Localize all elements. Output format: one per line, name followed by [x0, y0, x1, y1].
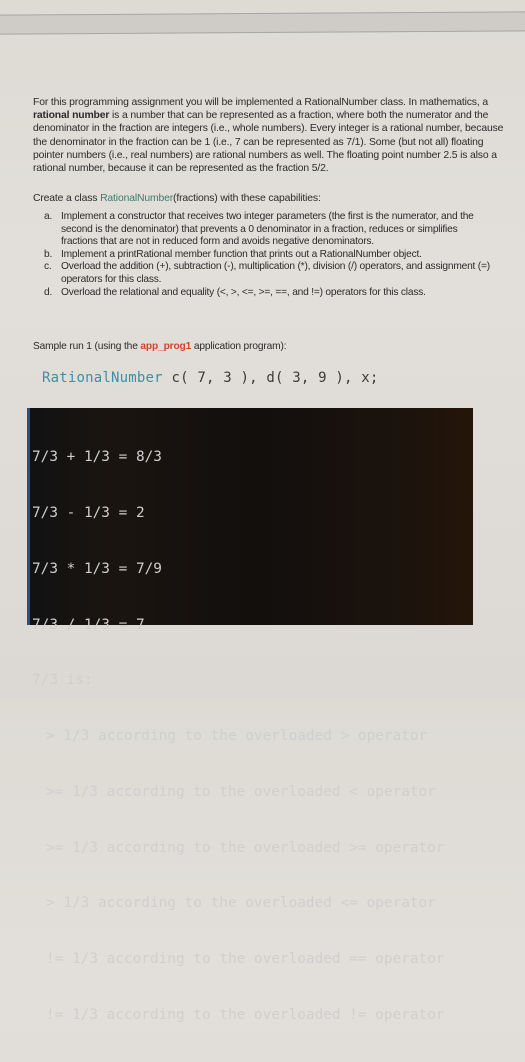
terminal-line: 7/3 is:	[32, 672, 93, 689]
capability-letter: a.	[44, 211, 53, 222]
capability-text: Overload the relational and equality (<,…	[61, 286, 426, 298]
terminal-line: 7/3 / 1/3 = 7	[32, 616, 145, 633]
capability-letter: d.	[44, 286, 53, 298]
create-class-instruction: Create a class RationalNumber(fractions)…	[33, 192, 493, 205]
document-page: For this programming assignment you will…	[0, 0, 525, 1023]
create-suffix: (fractions) with these capabilities:	[173, 193, 321, 204]
class-name: RationalNumber	[100, 193, 174, 204]
sample-run-heading: Sample run 1 (using the app_prog1 applic…	[33, 341, 287, 352]
terminal-line: 7/3 + 1/3 = 8/3	[32, 449, 162, 466]
capability-text: Implement a constructor that receives tw…	[61, 211, 474, 248]
capability-item: d. Overload the relational and equality …	[44, 287, 492, 300]
code-declaration: RationalNumber c( 7, 3 ), d( 3, 9 ), x;	[42, 370, 379, 386]
terminal-line: != 1/3 according to the overloaded != op…	[46, 1007, 445, 1023]
intro-text-1: For this programming assignment you will…	[33, 97, 488, 108]
terminal-output: 7/3 + 1/3 = 8/3 7/3 - 1/3 = 2 7/3 * 1/3 …	[27, 408, 473, 1023]
sample-suffix: application program):	[191, 341, 287, 352]
capability-item: a. Implement a constructor that receives…	[44, 211, 492, 249]
create-prefix: Create a class	[33, 193, 101, 204]
terminal-line: 7/3 * 1/3 = 7/9	[32, 560, 162, 577]
intro-paragraph: For this programming assignment you will…	[33, 96, 508, 175]
terminal-line: >= 1/3 according to the overloaded >= op…	[46, 839, 445, 856]
capability-item: b. Implement a printRational member func…	[44, 249, 492, 262]
sample-prefix: Sample run 1 (using the	[33, 341, 141, 352]
code-type: RationalNumber	[42, 370, 163, 386]
terminal-line: != 1/3 according to the overloaded == op…	[46, 951, 445, 968]
capability-text: Overload the addition (+), subtraction (…	[61, 261, 490, 285]
capabilities-list: a. Implement a constructor that receives…	[44, 211, 492, 299]
terminal-line: > 1/3 according to the overloaded <= ope…	[46, 895, 436, 912]
intro-bold-term: rational number	[33, 110, 110, 122]
program-name: app_prog1	[140, 341, 192, 352]
terminal-line: > 1/3 according to the overloaded > oper…	[46, 728, 428, 745]
capability-letter: b.	[44, 248, 53, 260]
terminal-line: 7/3 - 1/3 = 2	[32, 504, 145, 521]
capability-letter: c.	[44, 261, 52, 273]
capability-item: c. Overload the addition (+), subtractio…	[44, 261, 492, 286]
terminal-line: >= 1/3 according to the overloaded < ope…	[46, 783, 436, 800]
capability-text: Implement a printRational member functio…	[61, 248, 422, 260]
code-declaration-rest: c( 7, 3 ), d( 3, 9 ), x;	[162, 370, 379, 386]
